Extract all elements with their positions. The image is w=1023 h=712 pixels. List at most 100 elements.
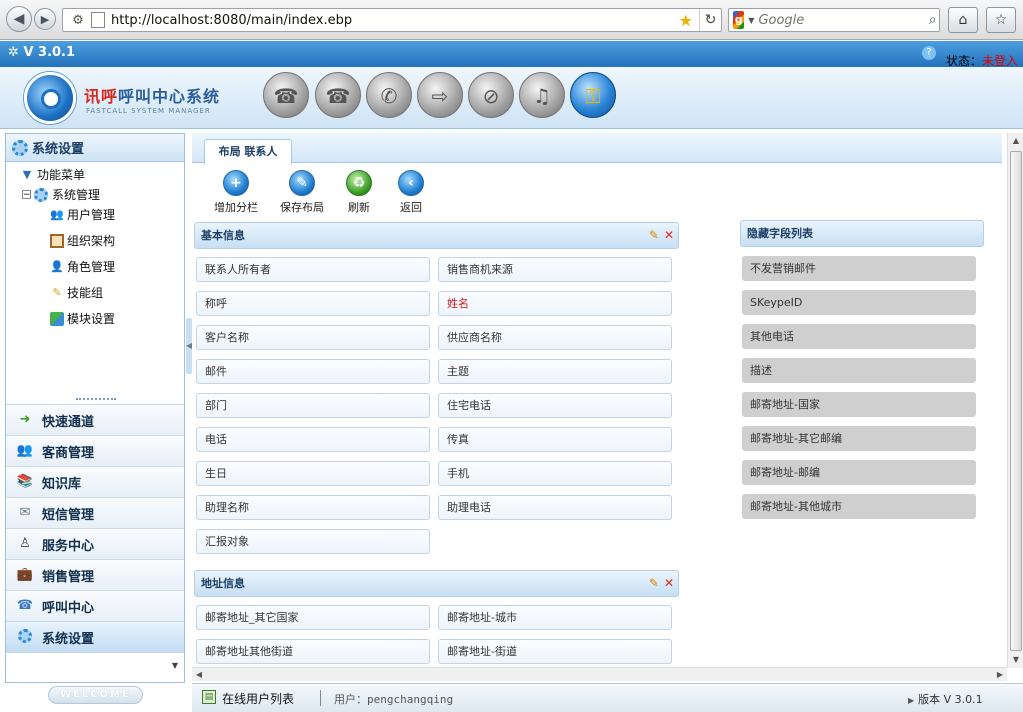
block-icon[interactable]: ⊘: [468, 72, 514, 118]
hidden-field-mail-other-zip[interactable]: 邮寄地址-其它邮编: [742, 426, 976, 451]
field-birthday[interactable]: 生日: [196, 461, 430, 486]
bookmark-star-icon[interactable]: ★: [679, 11, 693, 30]
scroll-right-icon[interactable]: ▶: [993, 668, 1007, 682]
scroll-down-icon[interactable]: ▼: [1008, 652, 1023, 668]
address-bar[interactable]: ⚙ http://localhost:8080/main/index.ebp ★…: [62, 8, 722, 32]
panel-splitter[interactable]: [76, 398, 116, 402]
app-header: 讯呼呼叫中心系统 FASTCALL SYSTEM MANAGER ☎ ☎ ✆ ⇨…: [0, 67, 1023, 129]
bookmarks-button[interactable]: ☆: [986, 7, 1016, 33]
delete-icon[interactable]: ✕: [664, 576, 674, 590]
accordion-item-service[interactable]: ♙ 服务中心: [6, 528, 184, 559]
field-mail-other-country[interactable]: 邮寄地址_其它国家: [196, 605, 430, 630]
field-subject[interactable]: 主题: [438, 359, 672, 384]
forward-button[interactable]: ▶: [34, 8, 56, 30]
accordion-item-callcenter[interactable]: ☎ 呼叫中心: [6, 590, 184, 621]
handset-icon[interactable]: ✆: [366, 72, 412, 118]
tree-item-skills[interactable]: ✎ 技能组: [50, 284, 103, 301]
hidden-field-description[interactable]: 描述: [742, 358, 976, 383]
vertical-scrollbar[interactable]: ▲ ▼: [1007, 133, 1023, 668]
field-home-phone[interactable]: 住宅电话: [438, 393, 672, 418]
back-button[interactable]: ‹ 返回: [398, 170, 424, 215]
tree-root[interactable]: ▼ 功能菜单: [20, 166, 85, 183]
field-mail-street[interactable]: 邮寄地址-街道: [438, 639, 672, 664]
tree-item-modules[interactable]: 模块设置: [50, 310, 115, 327]
field-fax[interactable]: 传真: [438, 427, 672, 452]
phone-answer-icon[interactable]: ☎: [315, 72, 361, 118]
hidden-field-skype[interactable]: SKeypeID: [742, 290, 976, 315]
field-assistant-name[interactable]: 助理名称: [196, 495, 430, 520]
hidden-field-mail-zip[interactable]: 邮寄地址-邮编: [742, 460, 976, 485]
gear-icon: ✲: [8, 45, 19, 60]
search-icon[interactable]: ⌕: [926, 12, 939, 28]
save-layout-button[interactable]: ✎ 保存布局: [280, 170, 324, 215]
accordion-item-knowledge[interactable]: 📚 知识库: [6, 466, 184, 497]
welcome-button[interactable]: WELCOME: [48, 686, 143, 704]
scroll-up-icon[interactable]: ▲: [1008, 133, 1023, 149]
edit-icon[interactable]: ✎: [649, 576, 659, 590]
tab-strip: 布局 联系人: [192, 133, 1002, 164]
tree-group-system[interactable]: − 系统管理: [22, 186, 100, 203]
phone-icon[interactable]: ☎: [263, 72, 309, 118]
chevron-down-icon: ▼: [171, 661, 178, 670]
field-lead-source[interactable]: 销售商机来源: [438, 257, 672, 282]
tab-layout-contact[interactable]: 布局 联系人: [204, 139, 292, 164]
accordion-item-sms[interactable]: ✉ 短信管理: [6, 497, 184, 528]
online-users-icon[interactable]: ▤: [202, 690, 216, 704]
accordion-item-sales[interactable]: 💼 销售管理: [6, 559, 184, 590]
field-mail-city[interactable]: 邮寄地址-城市: [438, 605, 672, 630]
accordion-menu: ➜ 快速通道 👥 客商管理 📚 知识库 ✉ 短信管理 ♙ 服务中心 💼 销售管理…: [6, 404, 184, 682]
back-button[interactable]: ◀: [6, 6, 32, 32]
field-email[interactable]: 邮件: [196, 359, 430, 384]
field-reports-to[interactable]: 汇报对象: [196, 529, 430, 554]
horizontal-scrollbar[interactable]: ◀ ▶: [192, 667, 1007, 681]
field-phone[interactable]: 电话: [196, 427, 430, 452]
accordion-dropdown[interactable]: ▼: [6, 652, 184, 682]
hidden-field-mail-country[interactable]: 邮寄地址-国家: [742, 392, 976, 417]
service-person-icon: ♙: [19, 536, 31, 551]
status-version: ▶ 版本 V 3.0.1: [908, 693, 983, 706]
browser-search[interactable]: g ▼ ⌕: [728, 8, 940, 32]
reload-icon[interactable]: ↻: [699, 9, 721, 31]
field-assistant-phone[interactable]: 助理电话: [438, 495, 672, 520]
field-customer[interactable]: 客户名称: [196, 325, 430, 350]
delete-icon[interactable]: ✕: [664, 228, 674, 242]
tree-item-organization[interactable]: 组织架构: [50, 232, 115, 249]
url-text[interactable]: http://localhost:8080/main/index.ebp: [111, 13, 679, 28]
chevron-down-icon[interactable]: ▼: [748, 16, 754, 25]
accordion-item-quick[interactable]: ➜ 快速通道: [6, 404, 184, 435]
field-owner[interactable]: 联系人所有者: [196, 257, 430, 282]
field-mail-other-street[interactable]: 邮寄地址其他街道: [196, 639, 430, 664]
status-bar: ▤ 在线用户列表 用户：pengchangqing ▶ 版本 V 3.0.1: [192, 683, 1023, 712]
accordion-item-settings[interactable]: 系统设置: [6, 621, 184, 652]
refresh-button[interactable]: ♻ 刷新: [346, 170, 372, 215]
add-column-button[interactable]: + 增加分栏: [214, 170, 258, 215]
tree-item-roles[interactable]: 👤 角色管理: [50, 258, 115, 275]
edit-icon[interactable]: ✎: [649, 228, 659, 242]
headset-icon[interactable]: ♫: [519, 72, 565, 118]
collapse-icon[interactable]: −: [22, 190, 31, 200]
scroll-thumb[interactable]: [1010, 151, 1022, 651]
hidden-field-other-phone[interactable]: 其他电话: [742, 324, 976, 349]
login-key-icon[interactable]: ⚿: [570, 72, 616, 118]
envelope-icon: ✉: [19, 505, 31, 520]
field-supplier[interactable]: 供应商名称: [438, 325, 672, 350]
accordion-item-customers[interactable]: 👥 客商管理: [6, 435, 184, 466]
search-input[interactable]: [758, 12, 927, 28]
home-button[interactable]: ⌂: [948, 7, 978, 33]
page-icon: [91, 12, 105, 28]
gear-icon: [12, 139, 28, 156]
online-users-link[interactable]: 在线用户列表: [222, 690, 294, 707]
hidden-field-mail-other-city[interactable]: 邮寄地址-其他城市: [742, 494, 976, 519]
field-department[interactable]: 部门: [196, 393, 430, 418]
field-name[interactable]: 姓名: [438, 291, 672, 316]
help-icon[interactable]: ?: [922, 46, 936, 60]
tree-item-users[interactable]: 👥 用户管理: [50, 206, 115, 223]
scroll-left-icon[interactable]: ◀: [192, 668, 206, 682]
logo-icon: [24, 72, 76, 124]
feather-icon: ✎: [289, 170, 315, 196]
hidden-field-no-marketing[interactable]: 不发营销邮件: [742, 256, 976, 281]
field-mobile[interactable]: 手机: [438, 461, 672, 486]
transfer-icon[interactable]: ⇨: [417, 72, 463, 118]
app-title: 讯呼呼叫中心系统: [84, 87, 221, 106]
field-salutation[interactable]: 称呼: [196, 291, 430, 316]
